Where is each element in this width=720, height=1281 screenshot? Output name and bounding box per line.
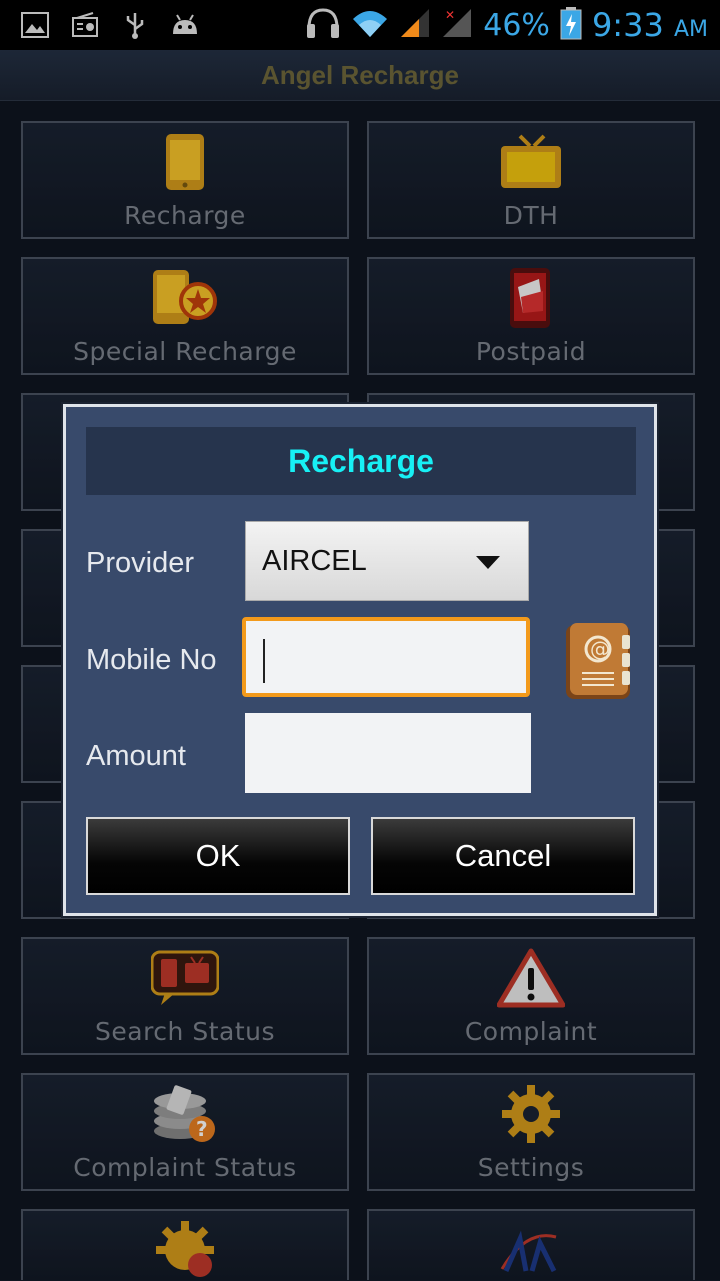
contacts-book-icon[interactable]: @ (560, 621, 634, 701)
svg-text:✕: ✕ (445, 8, 455, 22)
provider-select[interactable]: AIRCEL (245, 521, 529, 601)
cancel-button[interactable]: Cancel (371, 817, 635, 895)
clock: 9:33 AM (592, 6, 708, 44)
provider-label: Provider (86, 547, 194, 579)
signal-icon (399, 7, 431, 43)
app-title: Angel Recharge (0, 50, 720, 101)
dialog-title: Recharge (86, 427, 636, 495)
ok-button[interactable]: OK (86, 817, 350, 895)
status-bar: ✕ 46% 9:33 AM (0, 0, 720, 50)
clock-time: 9:33 (591, 6, 664, 44)
text-cursor (263, 639, 265, 683)
wifi-icon (351, 7, 389, 43)
provider-select-value: AIRCEL (262, 545, 367, 577)
signal-no-sim-icon: ✕ (441, 7, 473, 43)
amount-label: Amount (86, 740, 186, 772)
svg-text:@: @ (590, 637, 610, 661)
mobile-number-input[interactable] (242, 617, 530, 697)
radio-notification-icon (70, 10, 100, 40)
clock-ampm: AM (673, 17, 708, 42)
usb-icon (120, 10, 150, 40)
amount-input[interactable] (245, 713, 531, 793)
gallery-notification-icon (20, 10, 50, 40)
android-debug-icon (170, 10, 200, 40)
headset-icon (305, 6, 341, 44)
dropdown-arrow-icon (476, 556, 500, 569)
battery-charging-icon (560, 6, 582, 44)
battery-percent: 46% (483, 7, 550, 43)
mobile-label: Mobile No (86, 644, 217, 676)
recharge-dialog: Recharge Provider AIRCEL Mobile No @ Amo… (63, 404, 657, 916)
